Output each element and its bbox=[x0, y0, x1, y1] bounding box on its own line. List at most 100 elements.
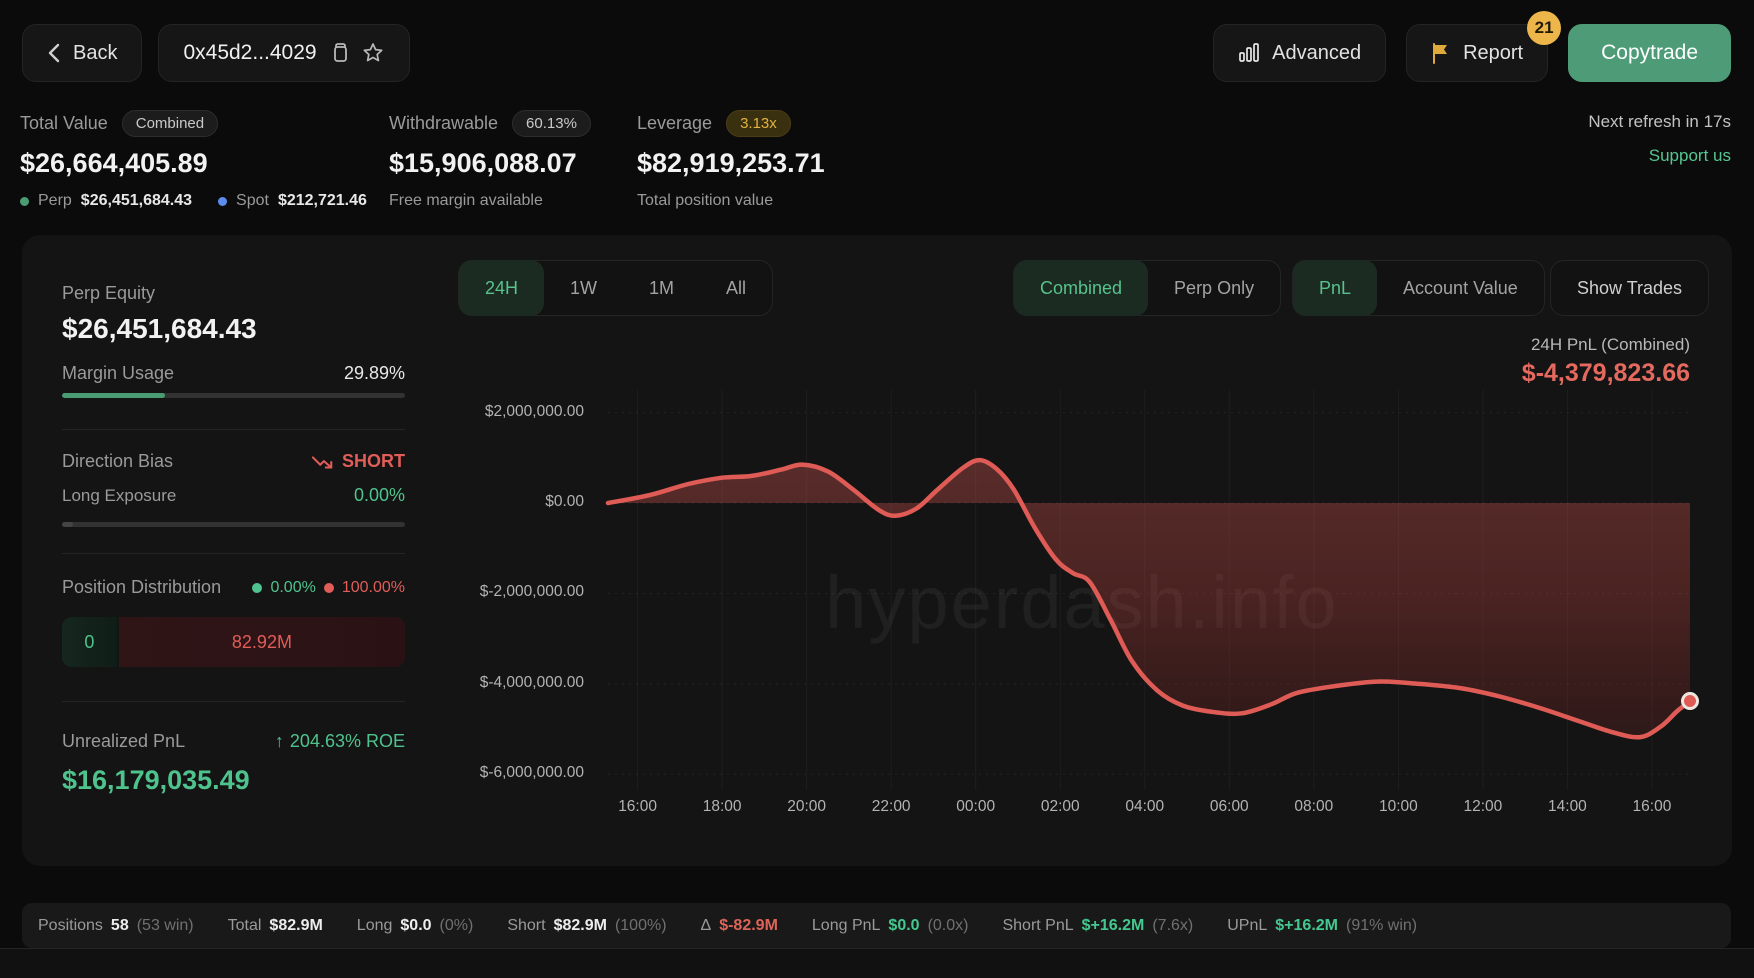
report-button-wrap: Report 21 bbox=[1406, 24, 1548, 82]
spot-dot-icon bbox=[218, 197, 227, 206]
perp-equity-label: Perp Equity bbox=[62, 283, 405, 304]
total-value-label: Total Value bbox=[20, 113, 108, 134]
perp-equity-value: $26,451,684.43 bbox=[62, 313, 405, 345]
long-pct-dot-icon bbox=[252, 583, 262, 593]
show-trades-button[interactable]: Show Trades bbox=[1550, 260, 1709, 316]
y-tick-label: $2,000,000.00 bbox=[485, 403, 584, 421]
y-tick-label: $-2,000,000.00 bbox=[480, 583, 584, 601]
pnl-area-chart[interactable] bbox=[600, 390, 1708, 815]
spot-label: Spot bbox=[236, 192, 269, 210]
footer-long-pnl: Long PnL$0.0(0.0x) bbox=[812, 917, 969, 935]
star-icon[interactable] bbox=[361, 41, 385, 65]
tab-combined[interactable]: Combined bbox=[1014, 260, 1148, 316]
leverage-amount: $82,919,253.71 bbox=[637, 148, 825, 179]
footer-short-pnl: Short PnL$+16.2M(7.6x) bbox=[1002, 917, 1193, 935]
copytrade-label: Copytrade bbox=[1601, 41, 1698, 65]
chart-pnl-label: 24H PnL (Combined) bbox=[1531, 335, 1690, 355]
leverage-badge: 3.13x bbox=[726, 110, 791, 137]
perp-label: Perp bbox=[38, 192, 72, 210]
header-actions: Advanced Report 21 Copytrade bbox=[1213, 24, 1731, 82]
footer-short: Short$82.9M(100%) bbox=[507, 917, 666, 935]
short-pct-dot-icon bbox=[324, 583, 334, 593]
long-exposure-bar bbox=[62, 522, 405, 527]
short-pct-value: 100.00% bbox=[342, 579, 405, 597]
margin-usage-label: Margin Usage bbox=[62, 363, 174, 384]
perp-dot-icon bbox=[20, 197, 29, 206]
footer-positions: Positions58(53 win) bbox=[38, 917, 194, 935]
long-exposure-nub bbox=[62, 522, 73, 527]
combined-badge: Combined bbox=[122, 110, 218, 137]
leverage-stat: Leverage 3.13x $82,919,253.71 Total posi… bbox=[637, 110, 825, 210]
leverage-label: Leverage bbox=[637, 113, 712, 134]
total-value-stat: Total Value Combined $26,664,405.89 Perp… bbox=[20, 110, 367, 210]
flag-icon bbox=[1431, 42, 1451, 64]
direction-bias-row: Direction Bias SHORT bbox=[62, 451, 405, 472]
tab-pnl[interactable]: PnL bbox=[1293, 260, 1377, 316]
unrealized-pnl-value: $16,179,035.49 bbox=[62, 765, 405, 796]
direction-bias-label: Direction Bias bbox=[62, 451, 173, 472]
tab-perp-only[interactable]: Perp Only bbox=[1148, 260, 1280, 316]
total-value-amount: $26,664,405.89 bbox=[20, 148, 367, 179]
report-label: Report bbox=[1463, 42, 1523, 65]
long-pct-value: 0.00% bbox=[270, 579, 315, 597]
advanced-button[interactable]: Advanced bbox=[1213, 24, 1386, 82]
unrealized-pnl-row: Unrealized PnL ↑ 204.63% ROE bbox=[62, 731, 405, 752]
trending-down-icon bbox=[312, 454, 334, 470]
margin-usage-bar bbox=[62, 393, 405, 398]
address-pill[interactable]: 0x45d2...4029 bbox=[158, 24, 409, 82]
long-exposure-row: Long Exposure 0.00% bbox=[62, 485, 405, 506]
tab-all[interactable]: All bbox=[700, 260, 772, 316]
perp-value: $26,451,684.43 bbox=[81, 192, 192, 210]
chevron-left-icon bbox=[47, 43, 61, 63]
refresh-countdown: Next refresh in 17s bbox=[1588, 112, 1731, 132]
main-card: Perp Equity $26,451,684.43 Margin Usage … bbox=[22, 235, 1732, 866]
withdrawable-sub: Free margin available bbox=[389, 192, 543, 210]
tab-1w[interactable]: 1W bbox=[544, 260, 623, 316]
margin-usage-row: Margin Usage 29.89% bbox=[62, 363, 405, 384]
below-section bbox=[0, 949, 1754, 978]
chart-y-axis-labels: $2,000,000.00 $0.00 $-2,000,000.00 $-4,000,… bbox=[402, 390, 592, 815]
metric-tab-group: PnL Account Value bbox=[1292, 260, 1545, 316]
footer-upnl: UPnL$+16.2M(91% win) bbox=[1227, 917, 1417, 935]
direction-bias-value: SHORT bbox=[342, 451, 405, 472]
header-bar: Back 0x45d2...4029 Advanced bbox=[22, 24, 1731, 82]
support-us-link[interactable]: Support us bbox=[1649, 146, 1731, 166]
arrow-up-icon: ↑ bbox=[275, 731, 284, 752]
leverage-sub: Total position value bbox=[637, 192, 773, 210]
distribution-short-segment: 82.92M bbox=[119, 617, 405, 667]
y-tick-label: $0.00 bbox=[545, 493, 584, 511]
withdrawable-amount: $15,906,088.07 bbox=[389, 148, 591, 179]
report-count-badge: 21 bbox=[1527, 11, 1561, 45]
roe-value: 204.63% ROE bbox=[290, 731, 405, 752]
tab-24h[interactable]: 24H bbox=[459, 260, 544, 316]
bar-chart-icon bbox=[1238, 42, 1260, 64]
distribution-bar: 0 82.92M bbox=[62, 617, 405, 667]
tab-account-value[interactable]: Account Value bbox=[1377, 260, 1544, 316]
copy-icon[interactable] bbox=[329, 42, 349, 64]
withdrawable-stat: Withdrawable 60.13% $15,906,088.07 Free … bbox=[389, 110, 591, 210]
margin-usage-value: 29.89% bbox=[344, 363, 405, 384]
position-distribution-label: Position Distribution bbox=[62, 577, 221, 598]
footer-total: Total$82.9M bbox=[228, 917, 323, 935]
footer-long: Long$0.0(0%) bbox=[357, 917, 474, 935]
y-tick-label: $-4,000,000.00 bbox=[480, 674, 584, 692]
long-exposure-label: Long Exposure bbox=[62, 486, 176, 506]
unrealized-pnl-label: Unrealized PnL bbox=[62, 731, 185, 752]
advanced-label: Advanced bbox=[1272, 42, 1361, 65]
back-label: Back bbox=[73, 42, 117, 65]
long-exposure-value: 0.00% bbox=[354, 485, 405, 506]
margin-usage-fill bbox=[62, 393, 165, 398]
withdrawable-label: Withdrawable bbox=[389, 113, 498, 134]
hyperdash-dashboard: Back 0x45d2...4029 Advanced bbox=[0, 0, 1754, 978]
withdrawable-badge: 60.13% bbox=[512, 110, 591, 137]
copytrade-button[interactable]: Copytrade bbox=[1568, 24, 1731, 82]
wallet-address: 0x45d2...4029 bbox=[183, 41, 316, 65]
back-button[interactable]: Back bbox=[22, 24, 142, 82]
range-tab-group: 24H 1W 1M All bbox=[458, 260, 773, 316]
distribution-long-segment: 0 bbox=[62, 617, 119, 667]
chart-pnl-value: $-4,379,823.66 bbox=[1522, 359, 1690, 388]
tab-1m[interactable]: 1M bbox=[623, 260, 700, 316]
y-tick-label: $-6,000,000.00 bbox=[480, 764, 584, 782]
positions-summary-bar: Positions58(53 win) Total$82.9M Long$0.0… bbox=[22, 903, 1731, 948]
footer-delta: Δ$-82.9M bbox=[701, 917, 778, 935]
